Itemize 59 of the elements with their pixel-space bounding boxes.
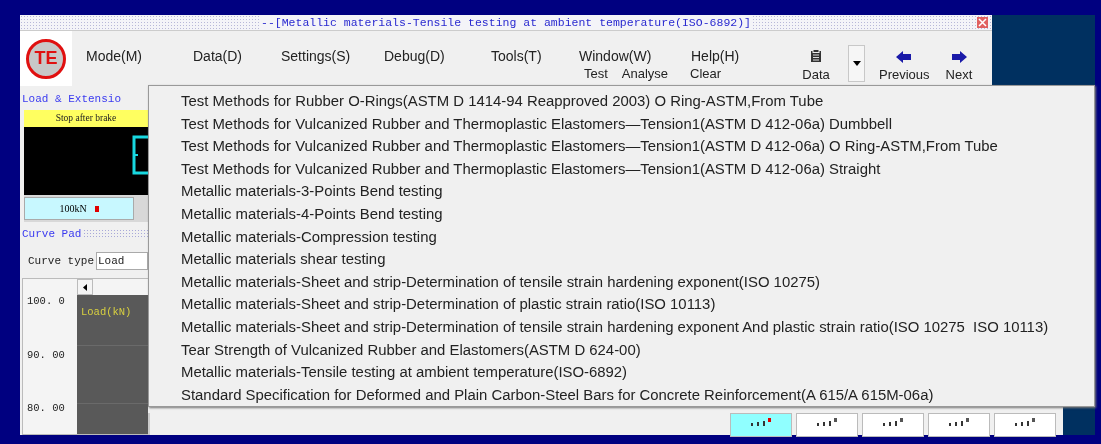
clipboard-icon	[810, 49, 822, 63]
chart-view-button[interactable]	[862, 413, 924, 437]
menu-item[interactable]: Help(H)	[691, 48, 780, 64]
dropdown-button[interactable]	[848, 45, 865, 82]
chart-view-button[interactable]	[796, 413, 858, 437]
chart-icon	[948, 418, 970, 426]
chart-icon	[816, 418, 838, 426]
menu-item[interactable]: Tear Strength of Vulcanized Rubber and Elastomers(ASTM D 624-00)	[181, 338, 1094, 362]
curve-type-field[interactable]: Load	[96, 252, 148, 270]
menu-item[interactable]: Window(W)	[579, 48, 691, 64]
toolbar-button[interactable]: Analyse	[621, 66, 669, 81]
range-value: 100kN	[59, 203, 87, 214]
menu-item[interactable]: Metallic materials-3-Points Bend testing	[181, 180, 1094, 203]
chart-view-button[interactable]	[730, 413, 792, 437]
axis-tick-label: 80. 00	[27, 402, 66, 414]
menu-item[interactable]: Metallic materials-Sheet and strip-Determination of tensile strain hardening exponent(ISO 10275)	[181, 270, 1094, 294]
right-arrow-icon	[950, 51, 967, 63]
toolbar-button[interactable]: Test	[584, 66, 608, 81]
chart-icon	[882, 418, 904, 426]
menu-item[interactable]: Tools(T)	[491, 48, 579, 64]
chart-view-button[interactable]	[928, 413, 990, 437]
chart-view-button[interactable]	[994, 413, 1056, 437]
menu-item[interactable]: Debug(D)	[384, 48, 491, 64]
caret-icon	[852, 61, 861, 66]
chart-icon	[1014, 418, 1036, 426]
close-icon[interactable]	[977, 17, 988, 28]
range-field[interactable]: 100kN	[24, 197, 134, 220]
menu-item[interactable]: Metallic materials-Sheet and strip-Determination of tensile strain hardening exponent And plastic strain ratio(ISO 10275 ISO 10113)	[181, 315, 1094, 339]
menu-item[interactable]: Metallic materials-4-Points Bend testing	[181, 202, 1094, 226]
series-label: Load(kN)	[81, 306, 132, 318]
digit-segment-icon	[132, 135, 148, 175]
indicator-icon	[94, 205, 99, 212]
menu-item[interactable]: Standard Specification for Deformed and Plain Carbon-Steel Bars for Concrete Reinforcement(A 615/A 615M-06a)	[181, 383, 1094, 407]
left-arrow-icon	[896, 51, 913, 63]
menu-item[interactable]: Mode(M)	[86, 48, 193, 64]
toolbar-button[interactable]: Clear	[690, 66, 722, 81]
menu-item[interactable]: Metallic materials-Tensile testing at ambient temperature(ISO-6892)	[181, 361, 1094, 384]
next-button[interactable]: Next	[937, 31, 981, 86]
menu-item[interactable]: Test Methods for Vulcanized Rubber and Thermoplastic Elastomers—Tension1(ASTM D 412-06a) O Ring-ASTM,From Tube	[181, 135, 1094, 158]
axis-tick-label: 100. 0	[27, 295, 66, 307]
panel-heading: Curve Pad	[21, 227, 83, 242]
scroll-left-button[interactable]	[77, 279, 93, 295]
window-title: --[Metallic materials-Tensile testing at ambient temperature(ISO-6892)]	[259, 16, 753, 29]
left-caret-icon	[83, 283, 87, 291]
menu-item[interactable]: Settings(S)	[281, 48, 384, 64]
menu-item[interactable]: Metallic materials-Compression testing	[181, 225, 1094, 249]
panel-heading: Load & Extensio	[21, 92, 123, 107]
axis-tick-label: 90. 00	[27, 348, 66, 361]
menu-item[interactable]: Data(D)	[193, 48, 281, 64]
menu-item[interactable]: Test Methods for Vulcanized Rubber and Thermoplastic Elastomers—Tension1(ASTM D 412-06a) Dumbbell	[181, 112, 1094, 136]
logo: TE	[26, 38, 66, 79]
menu-item[interactable]: Test Methods for Vulcanized Rubber and Thermoplastic Elastomers—Tension1(ASTM D 412-06a) Straight	[181, 157, 1094, 181]
menu-item[interactable]: Metallic materials-Sheet and strip-Determination of plastic strain ratio(ISO 10113)	[181, 293, 1094, 316]
chart-icon	[750, 418, 772, 426]
previous-button[interactable]: Previous	[871, 31, 938, 86]
menu-item[interactable]: Test Methods for Rubber O-Rings(ASTM D 1414-94 Reapproved 2003) O Ring-ASTM,From Tube	[181, 90, 1094, 113]
curve-type-label: Curve type	[28, 255, 94, 267]
status-bar: Stop after brake	[24, 110, 148, 127]
menu-item[interactable]: Metallic materials shear testing	[181, 248, 1094, 271]
